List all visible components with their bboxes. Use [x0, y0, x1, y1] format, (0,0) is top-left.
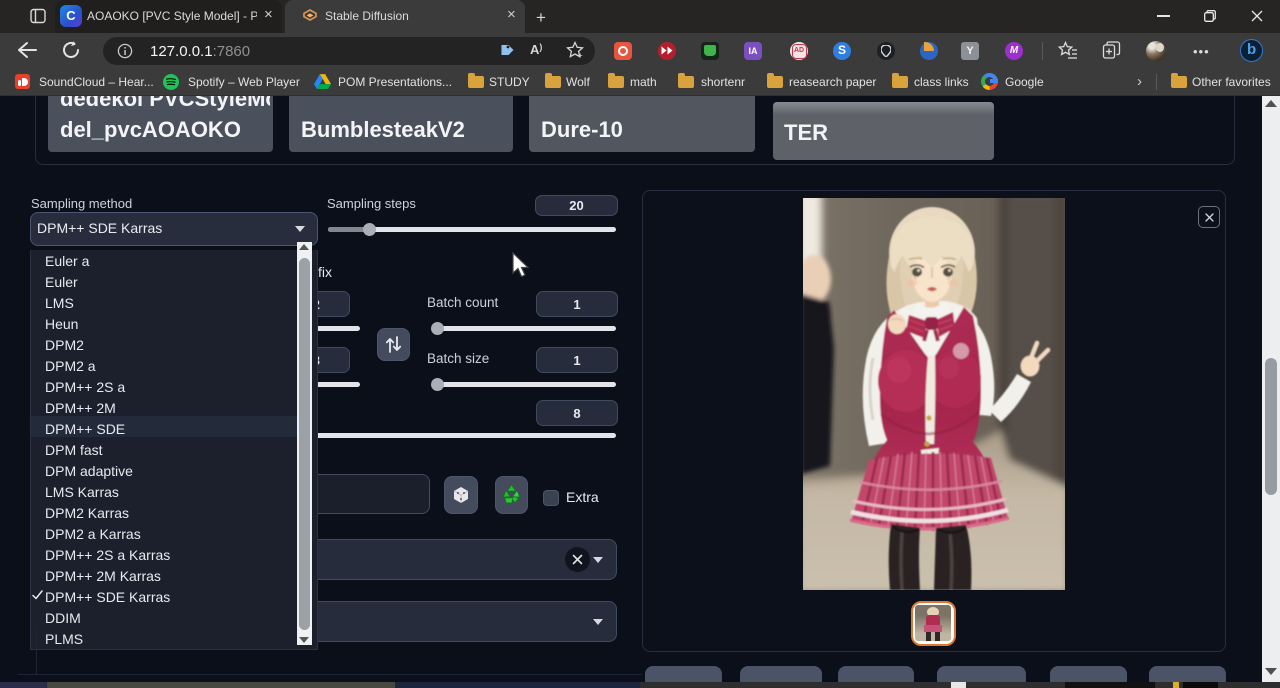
svg-text:+: +	[578, 51, 583, 59]
